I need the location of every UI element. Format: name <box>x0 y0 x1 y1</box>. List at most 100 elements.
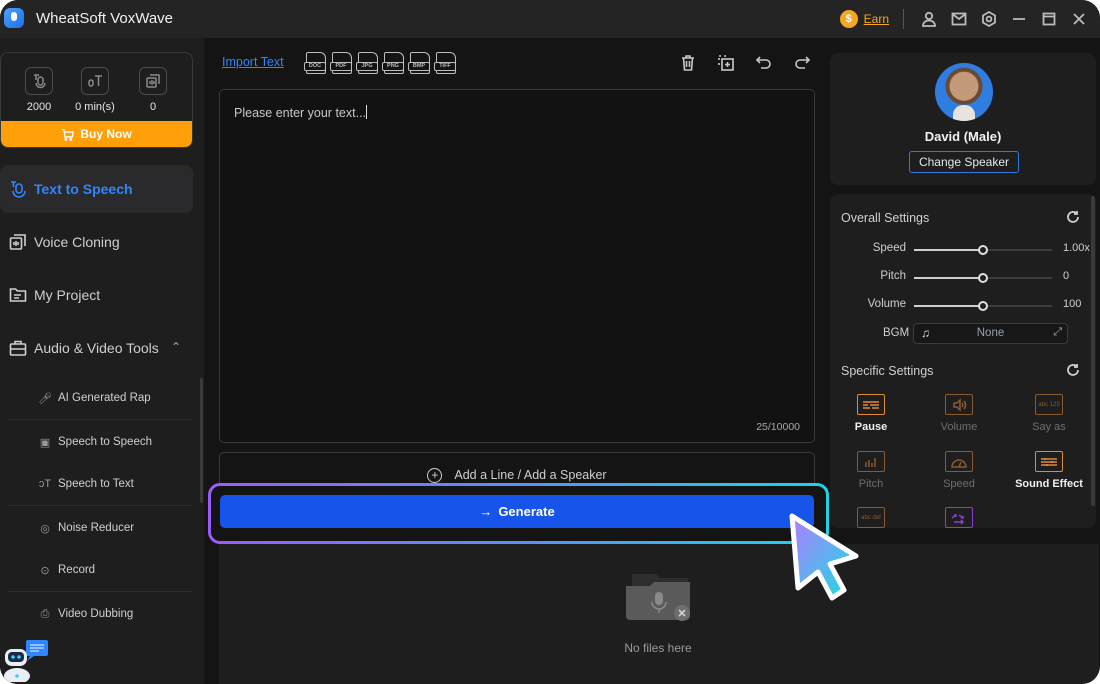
slider-label: Volume <box>867 298 906 310</box>
tool-item-label: Speech to Text <box>58 478 134 490</box>
close-icon[interactable] <box>1064 0 1094 38</box>
undo-icon[interactable] <box>752 52 776 74</box>
expand-icon[interactable]: ⤢ <box>1053 326 1062 339</box>
sidebar-item-audio-video-tools[interactable]: Audio & Video Tools ⌃ <box>0 324 193 372</box>
reset-specific-icon[interactable] <box>1066 363 1080 377</box>
speed-setting[interactable]: Speed <box>919 451 999 490</box>
speech-to-speech-icon: ▣ <box>39 436 51 449</box>
volume-setting[interactable]: Volume <box>919 394 999 433</box>
text-to-speech-icon <box>8 179 28 199</box>
speedometer-icon <box>945 451 973 472</box>
tool-item-record[interactable]: ⊙ Record <box>8 549 192 591</box>
import-text-link[interactable]: Import Text <box>222 55 284 69</box>
overall-settings-title: Overall Settings <box>841 211 930 225</box>
app-logo-icon <box>4 8 24 28</box>
sound-effect-icon <box>1035 451 1063 472</box>
doc-file-icon[interactable]: DOC <box>304 52 326 74</box>
volume-slider[interactable]: Volume 100 <box>830 298 1096 314</box>
arrow-right-icon: → <box>479 504 493 519</box>
jpg-file-icon[interactable]: JPG <box>356 52 378 74</box>
tool-item-ai-generated-rap[interactable]: 🎤︎ AI Generated Rap <box>8 377 192 419</box>
reset-overall-icon[interactable] <box>1066 210 1080 224</box>
tiff-file-icon[interactable]: TIFF <box>434 52 456 74</box>
tool-item-video-dubbing[interactable]: ⎙ Video Dubbing <box>8 593 192 621</box>
settings-scrollbar[interactable] <box>1091 196 1095 506</box>
slider-track[interactable] <box>914 245 1052 255</box>
bgm-label: BGM <box>883 327 910 339</box>
setting-label: Speed <box>943 478 975 490</box>
speaker-name: David (Male) <box>924 129 1002 144</box>
png-file-icon[interactable]: PNG <box>382 52 404 74</box>
slider-track[interactable] <box>914 301 1052 311</box>
file-type-label: BMP <box>408 62 430 71</box>
sidebar-item-voice-cloning[interactable]: Voice Cloning <box>0 218 193 266</box>
tool-item-speech-to-text[interactable]: ɔT Speech to Text <box>8 463 192 505</box>
pdf-file-icon[interactable]: PDF <box>330 52 352 74</box>
change-speaker-button[interactable]: Change Speaker <box>909 151 1019 173</box>
transition-arrows-icon <box>945 507 973 528</box>
text-editor[interactable]: Please enter your text... 25/10000 <box>219 89 815 443</box>
empty-folder-icon <box>626 574 690 621</box>
speaker-avatar[interactable] <box>935 63 993 121</box>
earn-link[interactable]: Earn <box>864 12 889 26</box>
settings-panel: Overall Settings Speed 1.00x Pitch 0 Vol… <box>830 194 1096 528</box>
bmp-file-icon[interactable]: BMP <box>408 52 430 74</box>
sidebar-scrollbar[interactable] <box>200 378 203 503</box>
mail-icon[interactable] <box>944 0 974 38</box>
generate-button[interactable]: → Generate <box>220 495 814 528</box>
assistant-bot-icon[interactable] <box>2 638 50 682</box>
speech-to-text-icon: ɔT <box>38 478 52 490</box>
slider-thumb[interactable] <box>978 301 988 311</box>
settings-icon[interactable] <box>974 0 1004 38</box>
noise-reducer-icon: ◎ <box>40 522 50 535</box>
pitch-slider[interactable]: Pitch 0 <box>830 270 1096 286</box>
redo-icon[interactable] <box>790 52 814 74</box>
speed-slider[interactable]: Speed 1.00x <box>830 242 1096 258</box>
slider-value: 100 <box>1063 298 1082 310</box>
voice-cloning-icon <box>8 232 28 252</box>
divider <box>8 419 192 420</box>
slider-label: Speed <box>872 242 906 254</box>
file-type-label: DOC <box>304 62 326 71</box>
slider-thumb[interactable] <box>978 273 988 283</box>
transition-setting[interactable] <box>919 507 999 528</box>
maximize-icon[interactable] <box>1034 0 1064 38</box>
minimize-icon[interactable] <box>1004 0 1034 38</box>
add-block-icon[interactable] <box>714 52 738 74</box>
bgm-select[interactable]: ♫ None ⤢ <box>913 323 1068 344</box>
tool-item-label: AI Generated Rap <box>58 392 151 404</box>
microphone-rap-icon: 🎤︎ <box>38 392 52 405</box>
sidebar-item-my-project[interactable]: My Project <box>0 271 193 319</box>
account-icon[interactable] <box>914 0 944 38</box>
buy-now-label: Buy Now <box>80 127 132 141</box>
text-to-speech-credits-icon <box>25 67 53 95</box>
voice-clone-count-icon <box>139 67 167 95</box>
buy-now-button[interactable]: Buy Now <box>1 121 192 147</box>
slider-track[interactable] <box>914 273 1052 283</box>
tool-item-noise-reducer[interactable]: ◎ Noise Reducer <box>8 507 192 549</box>
sound-effect-setting[interactable]: Sound Effect <box>1009 451 1089 490</box>
tool-list-clip: ⎙ Video Dubbing <box>0 593 200 621</box>
chevron-up-icon[interactable]: ⌃ <box>171 340 181 354</box>
file-type-label: PDF <box>330 62 352 71</box>
tool-item-label: Noise Reducer <box>58 522 135 534</box>
pitch-setting[interactable]: Pitch <box>831 451 911 490</box>
file-type-buttons: DOC PDF JPG PNG BMP TIFF <box>304 52 456 74</box>
slider-thumb[interactable] <box>978 245 988 255</box>
folder-icon <box>8 285 28 305</box>
tool-item-speech-to-speech[interactable]: ▣ Speech to Speech <box>8 421 192 463</box>
empty-state-text: No files here <box>624 641 692 655</box>
sidebar: 2000 0 min(s) 0 Buy Now Text to Speech V… <box>0 38 204 684</box>
setting-label: Pause <box>854 421 888 433</box>
pause-setting[interactable]: Pause <box>831 394 911 433</box>
add-line-label: Add a Line / Add a Speaker <box>454 468 607 482</box>
say-as-glyph: abc 123 <box>1038 401 1060 408</box>
delete-icon[interactable] <box>676 52 700 74</box>
speaker-card: David (Male) Change Speaker <box>830 53 1096 185</box>
setting-label: Volume <box>940 421 978 433</box>
sidebar-item-text-to-speech[interactable]: Text to Speech <box>0 165 193 213</box>
generate-label: Generate <box>498 504 555 519</box>
editor-toolbar <box>676 52 814 74</box>
setting-label: Sound Effect <box>1015 478 1083 490</box>
say-as-setting[interactable]: abc 123 Say as <box>1009 394 1089 433</box>
